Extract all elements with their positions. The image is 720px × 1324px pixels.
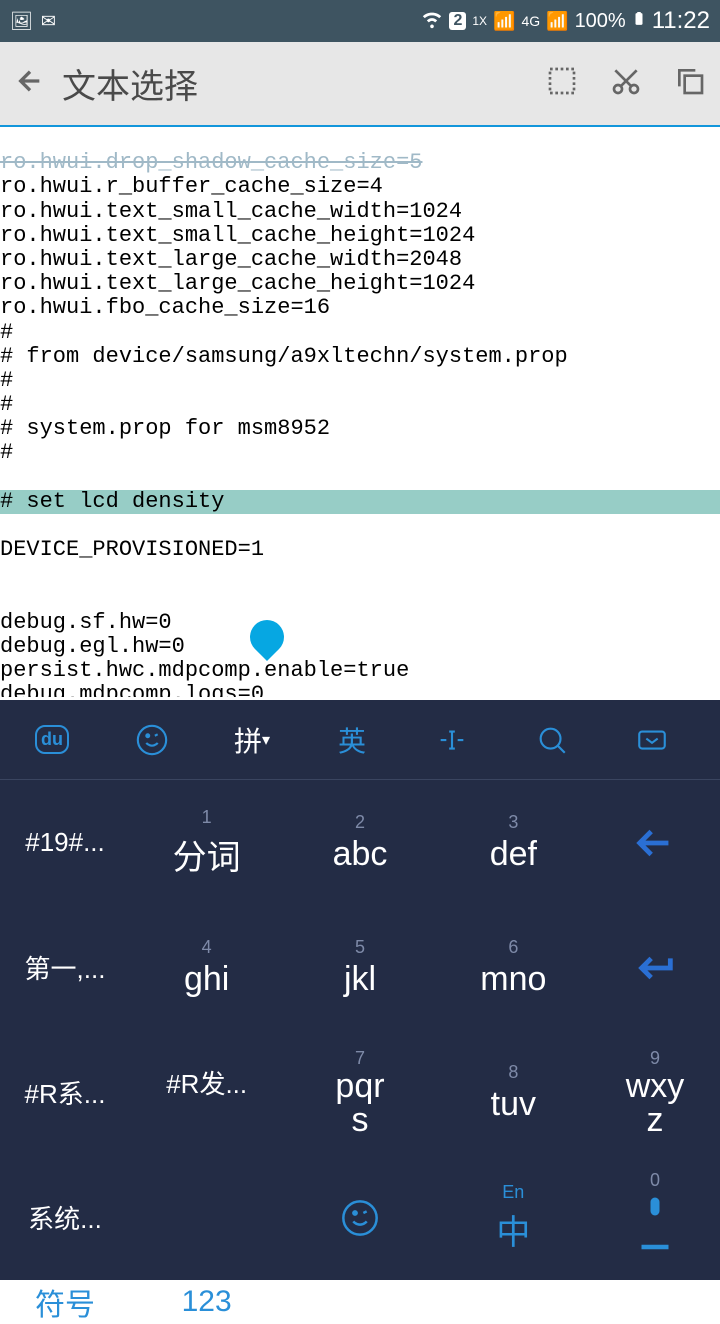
copy-icon[interactable] [674, 65, 706, 102]
battery-percent: 100% [575, 10, 626, 33]
key-1[interactable]: 1分词 [130, 780, 283, 905]
emoji-key[interactable] [283, 1155, 436, 1280]
lang-toggle-key[interactable]: En中 [437, 1155, 590, 1280]
cut-icon[interactable] [610, 65, 642, 102]
battery-icon [632, 8, 646, 35]
text-line: # [0, 368, 13, 393]
status-bar: 🖼 ✉ 2 1X 📶 4G 📶 100% 11:22 [0, 0, 720, 42]
text-line: ro.hwui.text_small_cache_width=1024 [0, 199, 462, 224]
text-line: # system.prop for msm8952 [0, 416, 330, 441]
numeric-key[interactable]: 123 [130, 1280, 283, 1324]
key-6[interactable]: 6mno [437, 905, 590, 1030]
key-7[interactable]: 7pqr s [283, 1030, 436, 1155]
candidate-1[interactable]: #19#... [0, 780, 130, 905]
text-line: ro.hwui.r_buffer_cache_size=4 [0, 174, 383, 199]
collapse-keyboard-icon[interactable] [602, 723, 702, 757]
signal2-icon: 📶 [546, 11, 568, 32]
toolbar: 文本选择 [0, 42, 720, 127]
select-all-icon[interactable] [546, 65, 578, 102]
search-icon[interactable] [502, 723, 602, 757]
emoji-icon[interactable] [102, 723, 202, 757]
clock: 11:22 [652, 7, 710, 35]
cursor-mode-icon[interactable] [402, 723, 502, 757]
key-8[interactable]: 8tuv [437, 1030, 590, 1155]
selected-text-line: # set lcd density [0, 490, 720, 514]
keyboard: du 拼▾ 英 #19#... 1分词 2abc 3def 第一,... 4gh… [0, 700, 720, 1280]
pinyin-mode[interactable]: 拼▾ [202, 720, 302, 760]
candidate-2[interactable]: 第一,... [0, 905, 130, 1030]
text-line: ro.hwui.drop_shadow_cache_size=5 [0, 150, 422, 175]
key-5[interactable]: 5jkl [283, 905, 436, 1030]
baidu-logo-icon[interactable]: du [2, 725, 102, 754]
text-line: ro.hwui.text_large_cache_width=2048 [0, 247, 462, 272]
text-line: ro.hwui.fbo_cache_size=16 [0, 295, 330, 320]
text-line: debug.mdpcomp.logs=0 [0, 682, 264, 697]
signal-1x: 1X [472, 14, 487, 28]
text-line: # from device/samsung/a9xltechn/system.p… [0, 344, 568, 369]
text-line: debug.sf.hw=0 [0, 610, 172, 635]
mail-icon: ✉ [41, 11, 56, 32]
picture-icon: 🖼 [10, 11, 33, 32]
text-line: ro.hwui.text_small_cache_height=1024 [0, 223, 475, 248]
candidate-5[interactable]: 系统... [0, 1155, 130, 1280]
sim-indicator: 2 [449, 12, 466, 30]
network-label: 4G [521, 13, 540, 29]
page-title: 文本选择 [62, 59, 530, 108]
text-line: # [0, 440, 13, 465]
key-9[interactable]: 9wxy z [590, 1030, 720, 1155]
text-line: debug.egl.hw=0 [0, 634, 185, 659]
key-2[interactable]: 2abc [283, 780, 436, 905]
wifi-icon [421, 8, 443, 35]
key-4[interactable]: 4ghi [130, 905, 283, 1030]
text-editor[interactable]: ro.hwui.drop_shadow_cache_size=5 ro.hwui… [0, 127, 720, 697]
text-line: persist.hwc.mdpcomp.enable=true [0, 658, 409, 683]
key-3[interactable]: 3def [437, 780, 590, 905]
voice-key[interactable]: 0 [590, 1155, 720, 1280]
symbol-key[interactable]: 符号 [0, 1280, 130, 1324]
english-mode[interactable]: 英 [302, 720, 402, 760]
enter-key[interactable] [590, 905, 720, 1030]
backspace-key[interactable] [590, 780, 720, 905]
text-line: ro.hwui.text_large_cache_height=1024 [0, 271, 475, 296]
text-line: # [0, 320, 13, 345]
text-line: DEVICE_PROVISIONED=1 [0, 537, 264, 562]
candidate-4[interactable]: #R发... [130, 1030, 283, 1101]
signal-icon: 📶 [493, 11, 515, 32]
candidate-3[interactable]: #R系... [0, 1030, 130, 1155]
text-line: # [0, 392, 13, 417]
back-button[interactable] [14, 65, 46, 102]
